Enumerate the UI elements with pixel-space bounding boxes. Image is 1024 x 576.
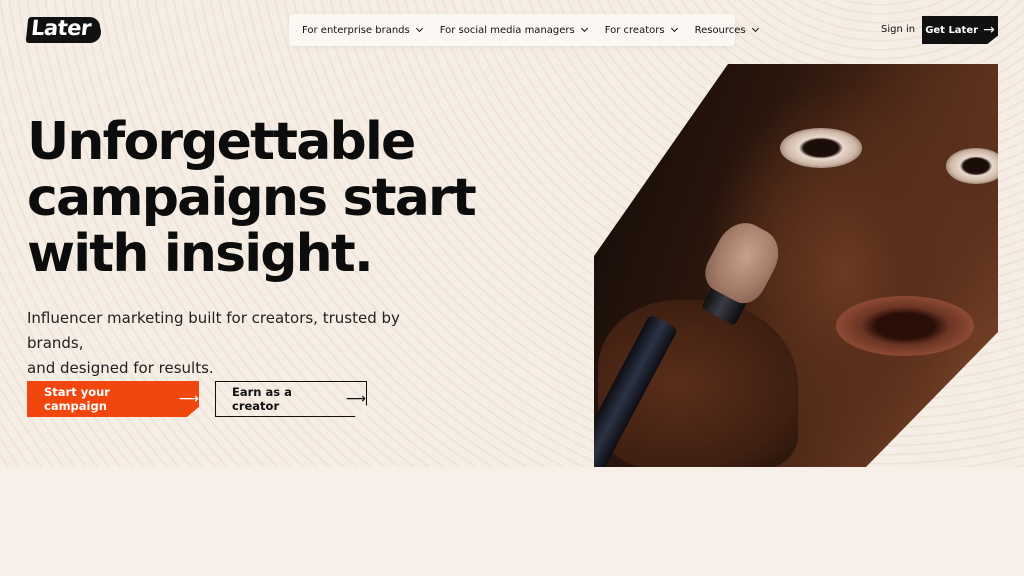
headline-line: with insight.	[27, 224, 374, 284]
subtext-line: and designed for results.	[27, 359, 214, 377]
nav-social-media-managers[interactable]: For social media managers	[439, 24, 588, 36]
hero-section: Later For enterprise brands For social m…	[0, 0, 1024, 467]
chevron-down-icon	[580, 24, 588, 33]
hero-image	[594, 64, 998, 467]
hero-image-lips	[836, 296, 974, 356]
nav-item-label: For enterprise brands	[302, 24, 410, 36]
nav-resources[interactable]: Resources	[694, 24, 759, 36]
nav-creators[interactable]: For creators	[604, 24, 678, 36]
chevron-down-icon	[415, 24, 423, 33]
nav-enterprise-brands[interactable]: For enterprise brands	[302, 24, 423, 36]
lower-section	[0, 467, 1024, 576]
chevron-down-icon	[670, 24, 678, 33]
later-logo[interactable]: Later	[25, 16, 102, 43]
hero-image-eye-left	[780, 128, 862, 168]
earn-as-creator-label: Earn as a creator	[232, 385, 292, 413]
sign-in-link[interactable]: Sign in	[881, 24, 915, 35]
nav-item-label: For social media managers	[439, 24, 575, 36]
get-later-label: Get Later	[925, 24, 979, 36]
get-later-button[interactable]: Get Later →	[922, 16, 998, 44]
headline-line: Unforgettable	[27, 112, 416, 172]
nav-item-label: For creators	[604, 24, 665, 36]
chevron-down-icon	[751, 24, 759, 33]
headline-line: campaigns start	[27, 168, 477, 228]
main-nav: For enterprise brands For social media m…	[289, 14, 759, 46]
arrow-right-icon: ⟶	[178, 391, 199, 407]
hero-subtext: Influencer marketing built for creators,…	[27, 306, 457, 381]
earn-as-creator-button[interactable]: Earn as a creator ⟶	[215, 381, 367, 417]
arrow-right-icon: →	[983, 22, 995, 38]
hero-image-eye-right	[946, 148, 998, 184]
subtext-line: Influencer marketing built for creators,…	[27, 309, 400, 352]
nav-item-label: Resources	[694, 24, 746, 36]
page-title: Unforgettable campaigns start with insig…	[27, 114, 547, 282]
start-campaign-button[interactable]: Start your campaign ⟶	[27, 381, 199, 417]
arrow-right-icon: ⟶	[345, 391, 366, 407]
start-campaign-label: Start your campaign	[44, 385, 110, 413]
